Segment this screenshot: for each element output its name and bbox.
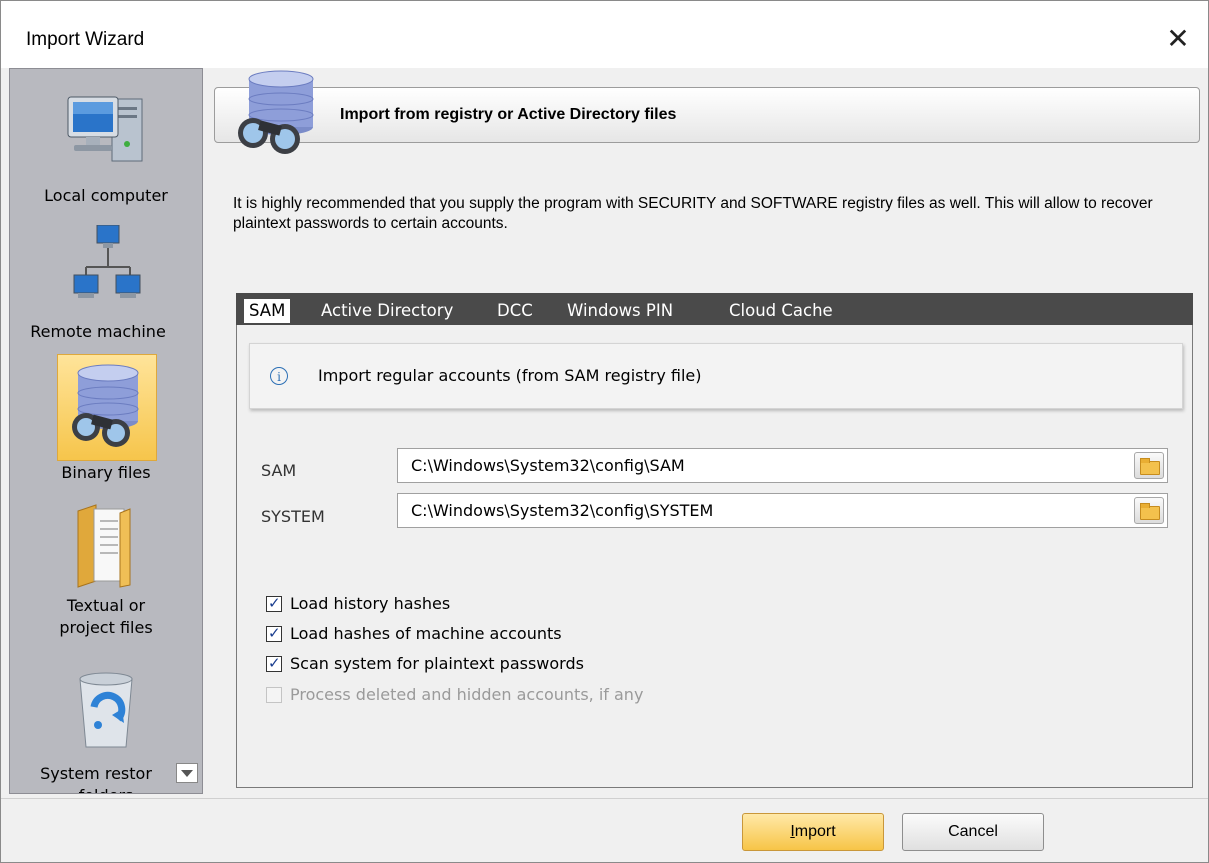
checkbox-label: Load hashes of machine accounts: [290, 624, 562, 643]
browse-system-button[interactable]: [1134, 497, 1164, 524]
page-header: Import from registry or Active Directory…: [214, 87, 1200, 143]
database-binoculars-icon: [72, 364, 139, 447]
computer-icon: [67, 96, 143, 162]
info-box: i Import regular accounts (from SAM regi…: [249, 343, 1183, 409]
sidebar-scroll-down-button[interactable]: [176, 763, 198, 783]
sam-field-label: SAM: [261, 461, 297, 480]
system-field-label: SYSTEM: [261, 507, 325, 526]
checkbox-label: Process deleted and hidden accounts, if …: [290, 685, 644, 704]
tab-windows-pin[interactable]: Windows PIN: [567, 299, 673, 323]
tab-bar: SAM Active Directory DCC Windows PIN Clo…: [236, 293, 1193, 325]
browse-sam-button[interactable]: [1134, 452, 1164, 479]
checkbox-box[interactable]: [266, 654, 282, 672]
sam-path-value: C:\Windows\System32\config\SAM: [411, 456, 685, 475]
page-title: Import from registry or Active Directory…: [340, 106, 677, 123]
footer-divider: [1, 798, 1208, 799]
sidebar-item-label: Binary files: [61, 463, 151, 482]
tab-cloud-cache[interactable]: Cloud Cache: [729, 299, 833, 323]
folder-document-icon: [77, 504, 131, 588]
sidebar-item-label-line-2: project files: [59, 618, 153, 637]
sidebar-item-binary-files[interactable]: Binary files: [10, 359, 202, 489]
sidebar-item-local-computer[interactable]: Local computer: [10, 89, 202, 209]
checkbox-label: Load history hashes: [290, 594, 451, 613]
import-button-label: mport: [794, 823, 836, 840]
import-wizard-window: Import Wizard ✕ Local computer Remote ma…: [0, 0, 1209, 863]
sidebar-item-label-line-2: folders: [10, 785, 202, 793]
info-icon: i: [270, 367, 288, 385]
folder-icon: [1140, 458, 1160, 475]
sidebar-item-label-line-1: System restor: [40, 764, 152, 783]
checkbox-box[interactable]: [266, 624, 282, 642]
sidebar-item-label-line-1: Textual or: [66, 596, 146, 615]
system-path-value: C:\Windows\System32\config\SYSTEM: [411, 501, 714, 520]
import-button[interactable]: Import: [742, 813, 884, 851]
tab-active-directory[interactable]: Active Directory: [321, 299, 453, 323]
sidebar-item-label: Remote machine: [30, 322, 166, 341]
tab-sam[interactable]: SAM: [244, 299, 291, 323]
title-bar: Import Wizard ✕: [1, 1, 1208, 68]
checkbox-box[interactable]: [266, 594, 282, 612]
system-path-field[interactable]: C:\Windows\System32\config\SYSTEM: [397, 493, 1168, 528]
sidebar-item-system-restore[interactable]: System restor folders: [10, 667, 202, 793]
folder-icon: [1140, 503, 1160, 520]
window-title: Import Wizard: [26, 29, 145, 50]
info-text: Import regular accounts (from SAM regist…: [318, 366, 702, 385]
sidebar-item-textual-files[interactable]: Textual or project files: [10, 499, 202, 639]
tab-dcc[interactable]: DCC: [497, 299, 533, 323]
network-icon: [73, 225, 141, 298]
cancel-button[interactable]: Cancel: [902, 813, 1044, 851]
description-text: It is highly recommended that you supply…: [233, 195, 1153, 232]
sidebar-item-label: Local computer: [44, 186, 168, 205]
recycle-bin-icon: [79, 672, 133, 748]
sidebar-item-remote-machine[interactable]: Remote machine: [10, 219, 202, 344]
close-icon[interactable]: ✕: [1158, 19, 1198, 59]
database-binoculars-icon: [238, 70, 314, 154]
checkbox-label: Scan system for plaintext passwords: [290, 654, 584, 673]
sam-path-field[interactable]: C:\Windows\System32\config\SAM: [397, 448, 1168, 483]
checkbox-box: [266, 687, 282, 703]
source-sidebar: Local computer Remote machine Binary fil…: [9, 68, 203, 794]
